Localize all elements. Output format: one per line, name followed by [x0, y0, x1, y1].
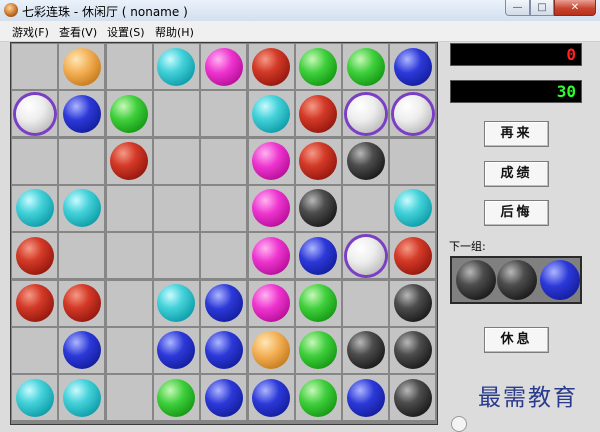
ball-black[interactable] — [393, 284, 432, 322]
ball-green[interactable] — [110, 94, 149, 133]
menu-view[interactable]: 查看(V) — [59, 24, 97, 40]
board-cell[interactable] — [153, 138, 199, 184]
ball-black[interactable] — [393, 378, 432, 417]
menu-game[interactable]: 游戏(F) — [12, 24, 49, 40]
ball-selected-white[interactable] — [393, 94, 432, 133]
board-cell[interactable] — [201, 185, 247, 231]
menu-help[interactable]: 帮助(H) — [155, 24, 194, 40]
ball-cyan[interactable] — [15, 378, 54, 417]
board-cell[interactable] — [106, 233, 152, 279]
menu-settings[interactable]: 设置(S) — [107, 24, 145, 40]
ball-black[interactable] — [346, 331, 385, 370]
ball-blue[interactable] — [204, 284, 243, 322]
board-cell[interactable] — [153, 91, 199, 137]
next-ball-blue — [540, 260, 580, 300]
ball-red[interactable] — [15, 284, 54, 322]
ball-red[interactable] — [299, 94, 338, 133]
window-title: 七彩连珠 - 休闲厅 ( noname ) — [22, 5, 188, 19]
minimize-button[interactable]: — — [505, 0, 530, 16]
board-cell[interactable] — [106, 280, 152, 326]
ball-blue[interactable] — [62, 331, 101, 370]
next-ball-black — [497, 260, 537, 300]
ball-blue[interactable] — [62, 94, 101, 133]
next-ball-black — [456, 260, 496, 300]
ball-red[interactable] — [393, 236, 432, 275]
ball-cyan[interactable] — [252, 94, 290, 133]
ball-green[interactable] — [299, 378, 338, 417]
maximize-icon: □ — [537, 2, 547, 13]
ball-blue[interactable] — [299, 236, 338, 275]
ball-orange[interactable] — [62, 47, 101, 86]
ball-selected-white[interactable] — [15, 94, 54, 133]
game-board — [10, 42, 438, 425]
ball-magenta[interactable] — [204, 47, 243, 86]
ball-red[interactable] — [62, 284, 101, 322]
board-cell[interactable] — [59, 138, 105, 184]
ball-cyan[interactable] — [62, 189, 101, 228]
ball-magenta[interactable] — [252, 236, 290, 275]
ball-blue[interactable] — [346, 378, 385, 417]
ball-blue[interactable] — [204, 331, 243, 370]
ball-black[interactable] — [346, 142, 385, 181]
minimize-icon: — — [512, 2, 523, 13]
next-balls-preview — [450, 256, 582, 304]
ball-cyan[interactable] — [157, 47, 196, 86]
title-bar: 七彩连珠 - 休闲厅 ( noname ) — □ ✕ — [0, 0, 600, 22]
ball-green[interactable] — [157, 378, 196, 417]
watermark: 最需教育 — [478, 385, 578, 411]
ball-red[interactable] — [252, 47, 290, 86]
ball-cyan[interactable] — [15, 189, 54, 228]
board-cell[interactable] — [12, 44, 57, 89]
close-button[interactable]: ✕ — [554, 0, 596, 16]
board-cell[interactable] — [343, 185, 389, 231]
ball-magenta[interactable] — [252, 284, 290, 322]
board-cell[interactable] — [106, 375, 152, 421]
board-cell[interactable] — [12, 327, 57, 373]
ball-blue[interactable] — [204, 378, 243, 417]
board-cell[interactable] — [201, 91, 247, 137]
board-cell[interactable] — [106, 185, 152, 231]
board-cell[interactable] — [390, 138, 436, 184]
board-cell[interactable] — [201, 138, 247, 184]
ball-green[interactable] — [299, 47, 338, 86]
score-display: 0 — [450, 43, 582, 66]
app-icon — [4, 3, 18, 17]
ball-red[interactable] — [110, 142, 149, 181]
rest-button[interactable]: 休息 — [484, 327, 549, 353]
ball-cyan[interactable] — [62, 378, 101, 417]
board-cell[interactable] — [343, 280, 389, 326]
close-icon: ✕ — [570, 2, 580, 13]
menu-bar: 游戏(F) 查看(V) 设置(S) 帮助(H) — [0, 21, 600, 42]
board-cell[interactable] — [106, 44, 152, 89]
undo-button[interactable]: 后悔 — [484, 200, 549, 226]
ball-selected-white[interactable] — [346, 236, 385, 275]
ball-selected-white[interactable] — [346, 94, 385, 133]
board-cell[interactable] — [12, 138, 57, 184]
target-display: 30 — [450, 80, 582, 103]
scores-button[interactable]: 成绩 — [484, 161, 549, 187]
partial-radio-icon — [451, 416, 467, 432]
ball-red[interactable] — [15, 236, 54, 275]
board-cell[interactable] — [153, 233, 199, 279]
next-group-label: 下一组: — [449, 240, 486, 253]
board-cell[interactable] — [201, 233, 247, 279]
board-cell[interactable] — [153, 185, 199, 231]
board-cell[interactable] — [106, 327, 152, 373]
maximize-button[interactable]: □ — [530, 0, 554, 16]
ball-black[interactable] — [393, 331, 432, 370]
ball-green[interactable] — [346, 47, 385, 86]
ball-blue[interactable] — [252, 378, 290, 417]
board-cell[interactable] — [59, 233, 105, 279]
ball-magenta[interactable] — [252, 142, 290, 181]
restart-button[interactable]: 再来 — [484, 121, 549, 147]
ball-blue[interactable] — [393, 47, 432, 86]
